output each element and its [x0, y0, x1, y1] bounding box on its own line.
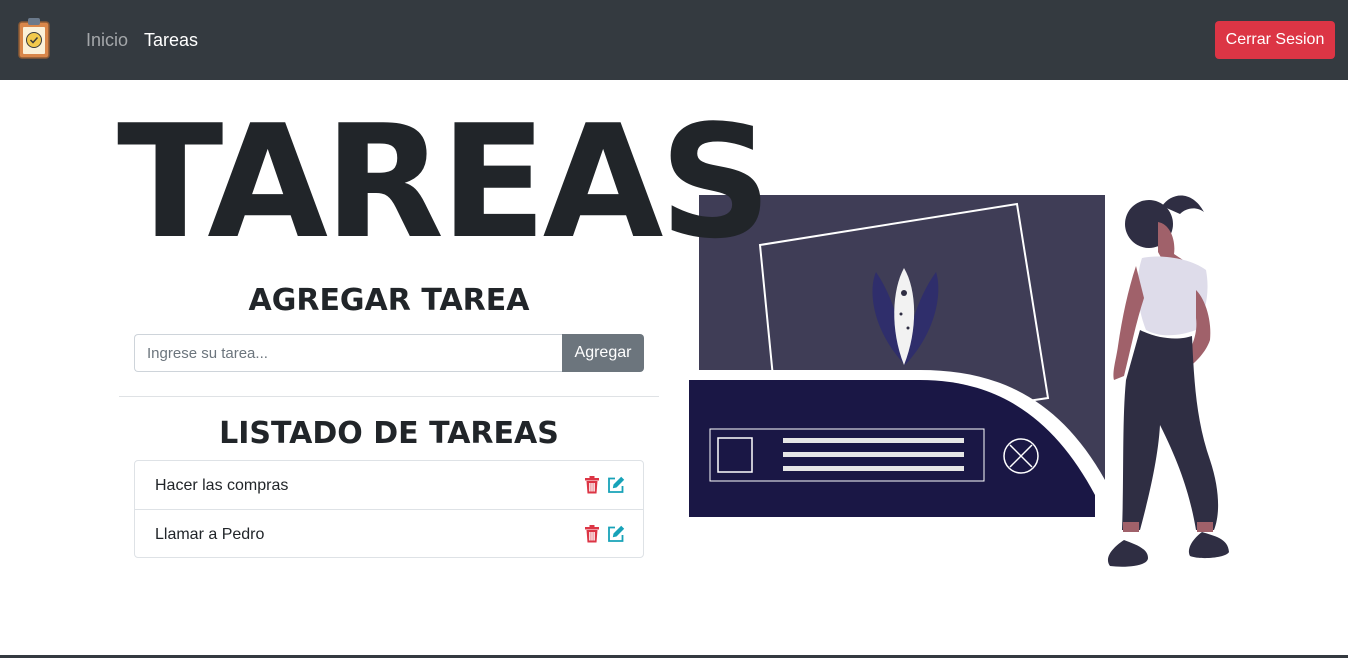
task-item-text: Hacer las compras [155, 477, 289, 494]
woman-illustration [1107, 195, 1229, 567]
section-divider [119, 396, 659, 397]
edit-icon[interactable] [607, 476, 625, 494]
hero-title: TAREAS [117, 91, 772, 273]
edit-icon[interactable] [607, 525, 625, 543]
clipboard-logo-icon[interactable] [16, 16, 52, 60]
task-list: Hacer las compras Llamar a Pedro [134, 460, 644, 558]
logout-button[interactable]: Cerrar Sesion [1215, 21, 1335, 59]
task-list-heading: LISTADO DE TAREAS [219, 416, 559, 451]
nav-link-tareas[interactable]: Tareas [144, 29, 198, 51]
task-input[interactable] [134, 334, 562, 372]
task-item-text: Llamar a Pedro [155, 526, 265, 543]
navbar: Inicio Tareas Cerrar Sesion [0, 0, 1348, 80]
trash-icon[interactable] [584, 525, 600, 543]
add-task-heading: AGREGAR TAREA [248, 283, 530, 318]
task-item: Llamar a Pedro [135, 509, 643, 557]
add-task-button[interactable]: Agregar [562, 334, 644, 372]
task-item: Hacer las compras [135, 461, 643, 509]
trash-icon[interactable] [584, 476, 600, 494]
nav-link-inicio[interactable]: Inicio [86, 29, 128, 51]
